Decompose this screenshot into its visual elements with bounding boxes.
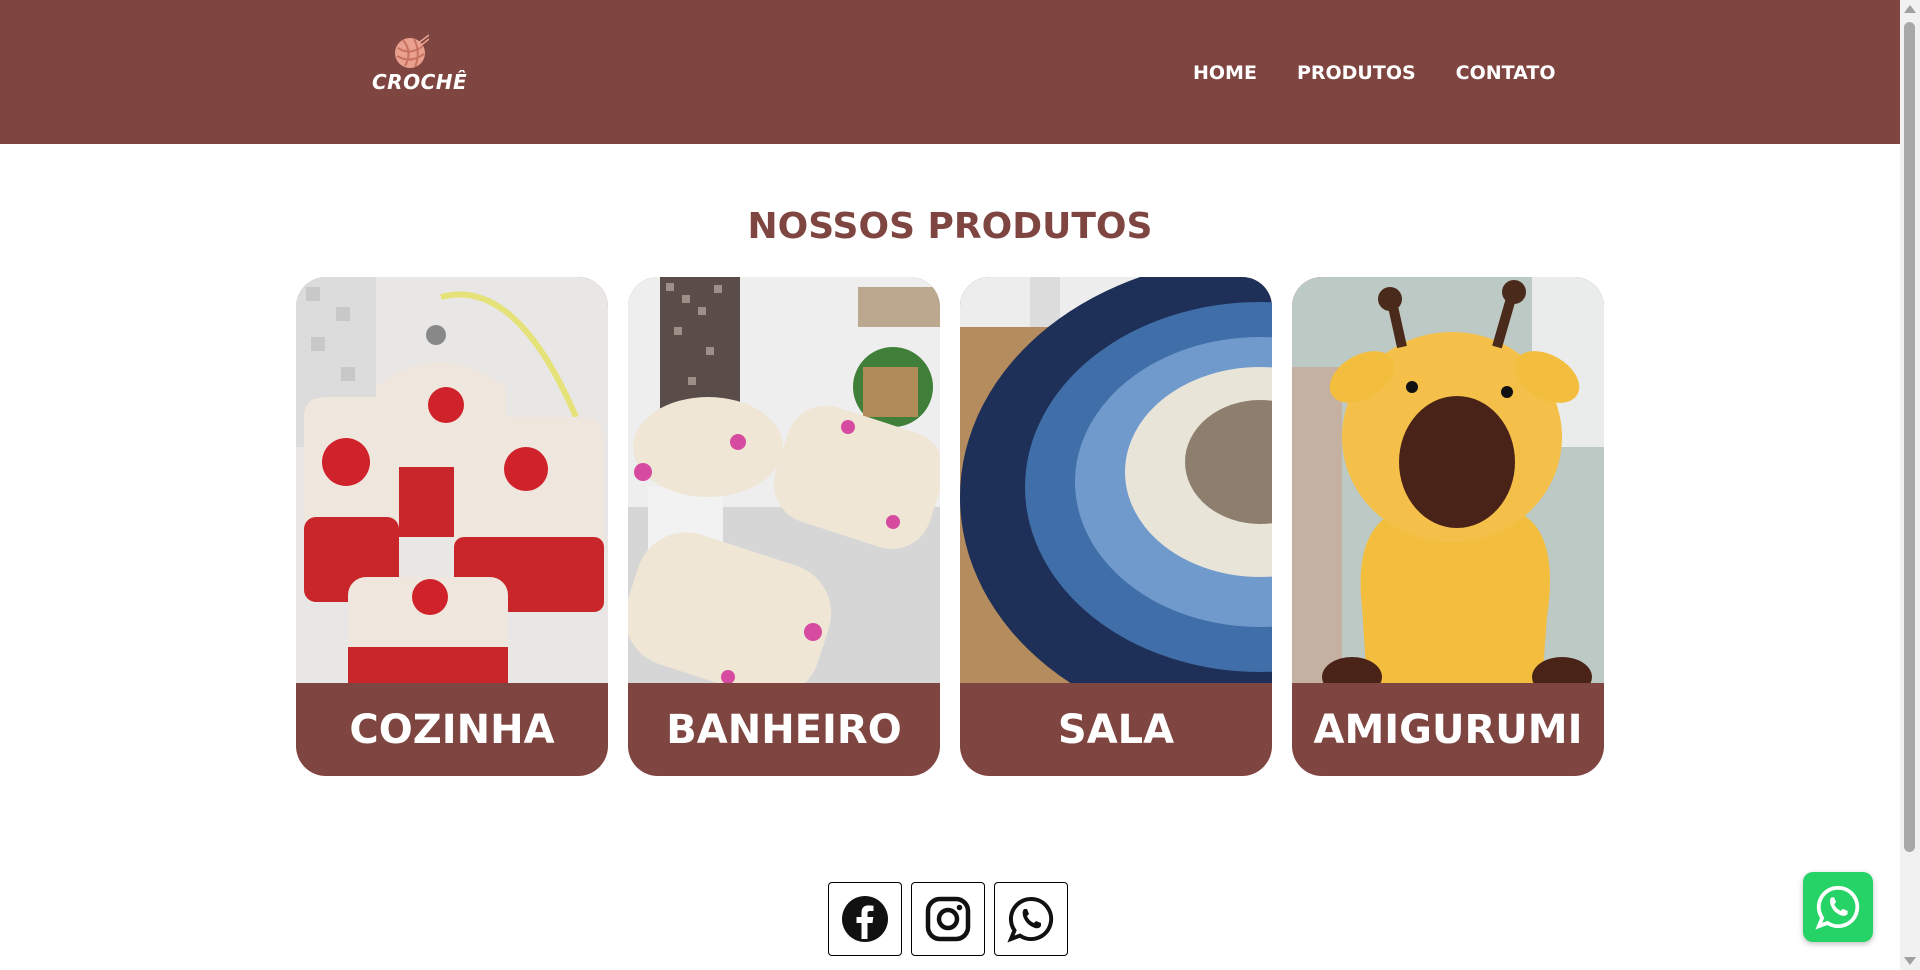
page-scrollbar[interactable] bbox=[1900, 0, 1920, 970]
logo-text: CROCHÊ bbox=[372, 70, 468, 94]
nav-contato[interactable]: CONTATO bbox=[1456, 62, 1556, 84]
whatsapp-icon bbox=[1007, 896, 1054, 943]
instagram-icon bbox=[925, 896, 971, 942]
site-header: CROCHÊ HOME PRODUTOS CONTATO bbox=[0, 0, 1900, 144]
nav-produtos[interactable]: PRODUTOS bbox=[1297, 62, 1416, 84]
main-nav: HOME PRODUTOS CONTATO bbox=[1193, 62, 1596, 84]
whatsapp-button[interactable] bbox=[994, 882, 1068, 956]
card-label: BANHEIRO bbox=[666, 706, 902, 753]
scroll-up-icon[interactable] bbox=[1904, 5, 1916, 13]
scroll-thumb[interactable] bbox=[1904, 22, 1915, 852]
facebook-icon bbox=[842, 896, 888, 942]
section-title: NOSSOS PRODUTOS bbox=[747, 206, 1153, 247]
yarn-ball-icon bbox=[395, 34, 429, 68]
card-sala[interactable]: SALA bbox=[960, 277, 1272, 776]
living-room-rug-image bbox=[960, 277, 1272, 683]
card-amigurumi[interactable]: AMIGURUMI bbox=[1292, 277, 1604, 776]
card-label: AMIGURUMI bbox=[1313, 706, 1583, 753]
card-label: SALA bbox=[1057, 706, 1175, 753]
whatsapp-floating-button[interactable] bbox=[1803, 872, 1873, 942]
card-banheiro[interactable]: BANHEIRO bbox=[628, 277, 940, 776]
product-cards: COZINHA BANHEIRO SALA AMIGURUMI bbox=[296, 277, 1604, 776]
logo[interactable]: CROCHÊ bbox=[372, 34, 468, 98]
kitchen-crochet-image bbox=[296, 277, 608, 683]
social-links bbox=[828, 882, 1068, 956]
scroll-down-icon[interactable] bbox=[1904, 957, 1916, 965]
bathroom-crochet-image bbox=[628, 277, 940, 683]
card-label: COZINHA bbox=[349, 706, 555, 753]
amigurumi-giraffe-image bbox=[1292, 277, 1604, 683]
instagram-button[interactable] bbox=[911, 882, 985, 956]
facebook-button[interactable] bbox=[828, 882, 902, 956]
card-cozinha[interactable]: COZINHA bbox=[296, 277, 608, 776]
whatsapp-icon bbox=[1815, 885, 1860, 930]
nav-home[interactable]: HOME bbox=[1193, 62, 1257, 84]
